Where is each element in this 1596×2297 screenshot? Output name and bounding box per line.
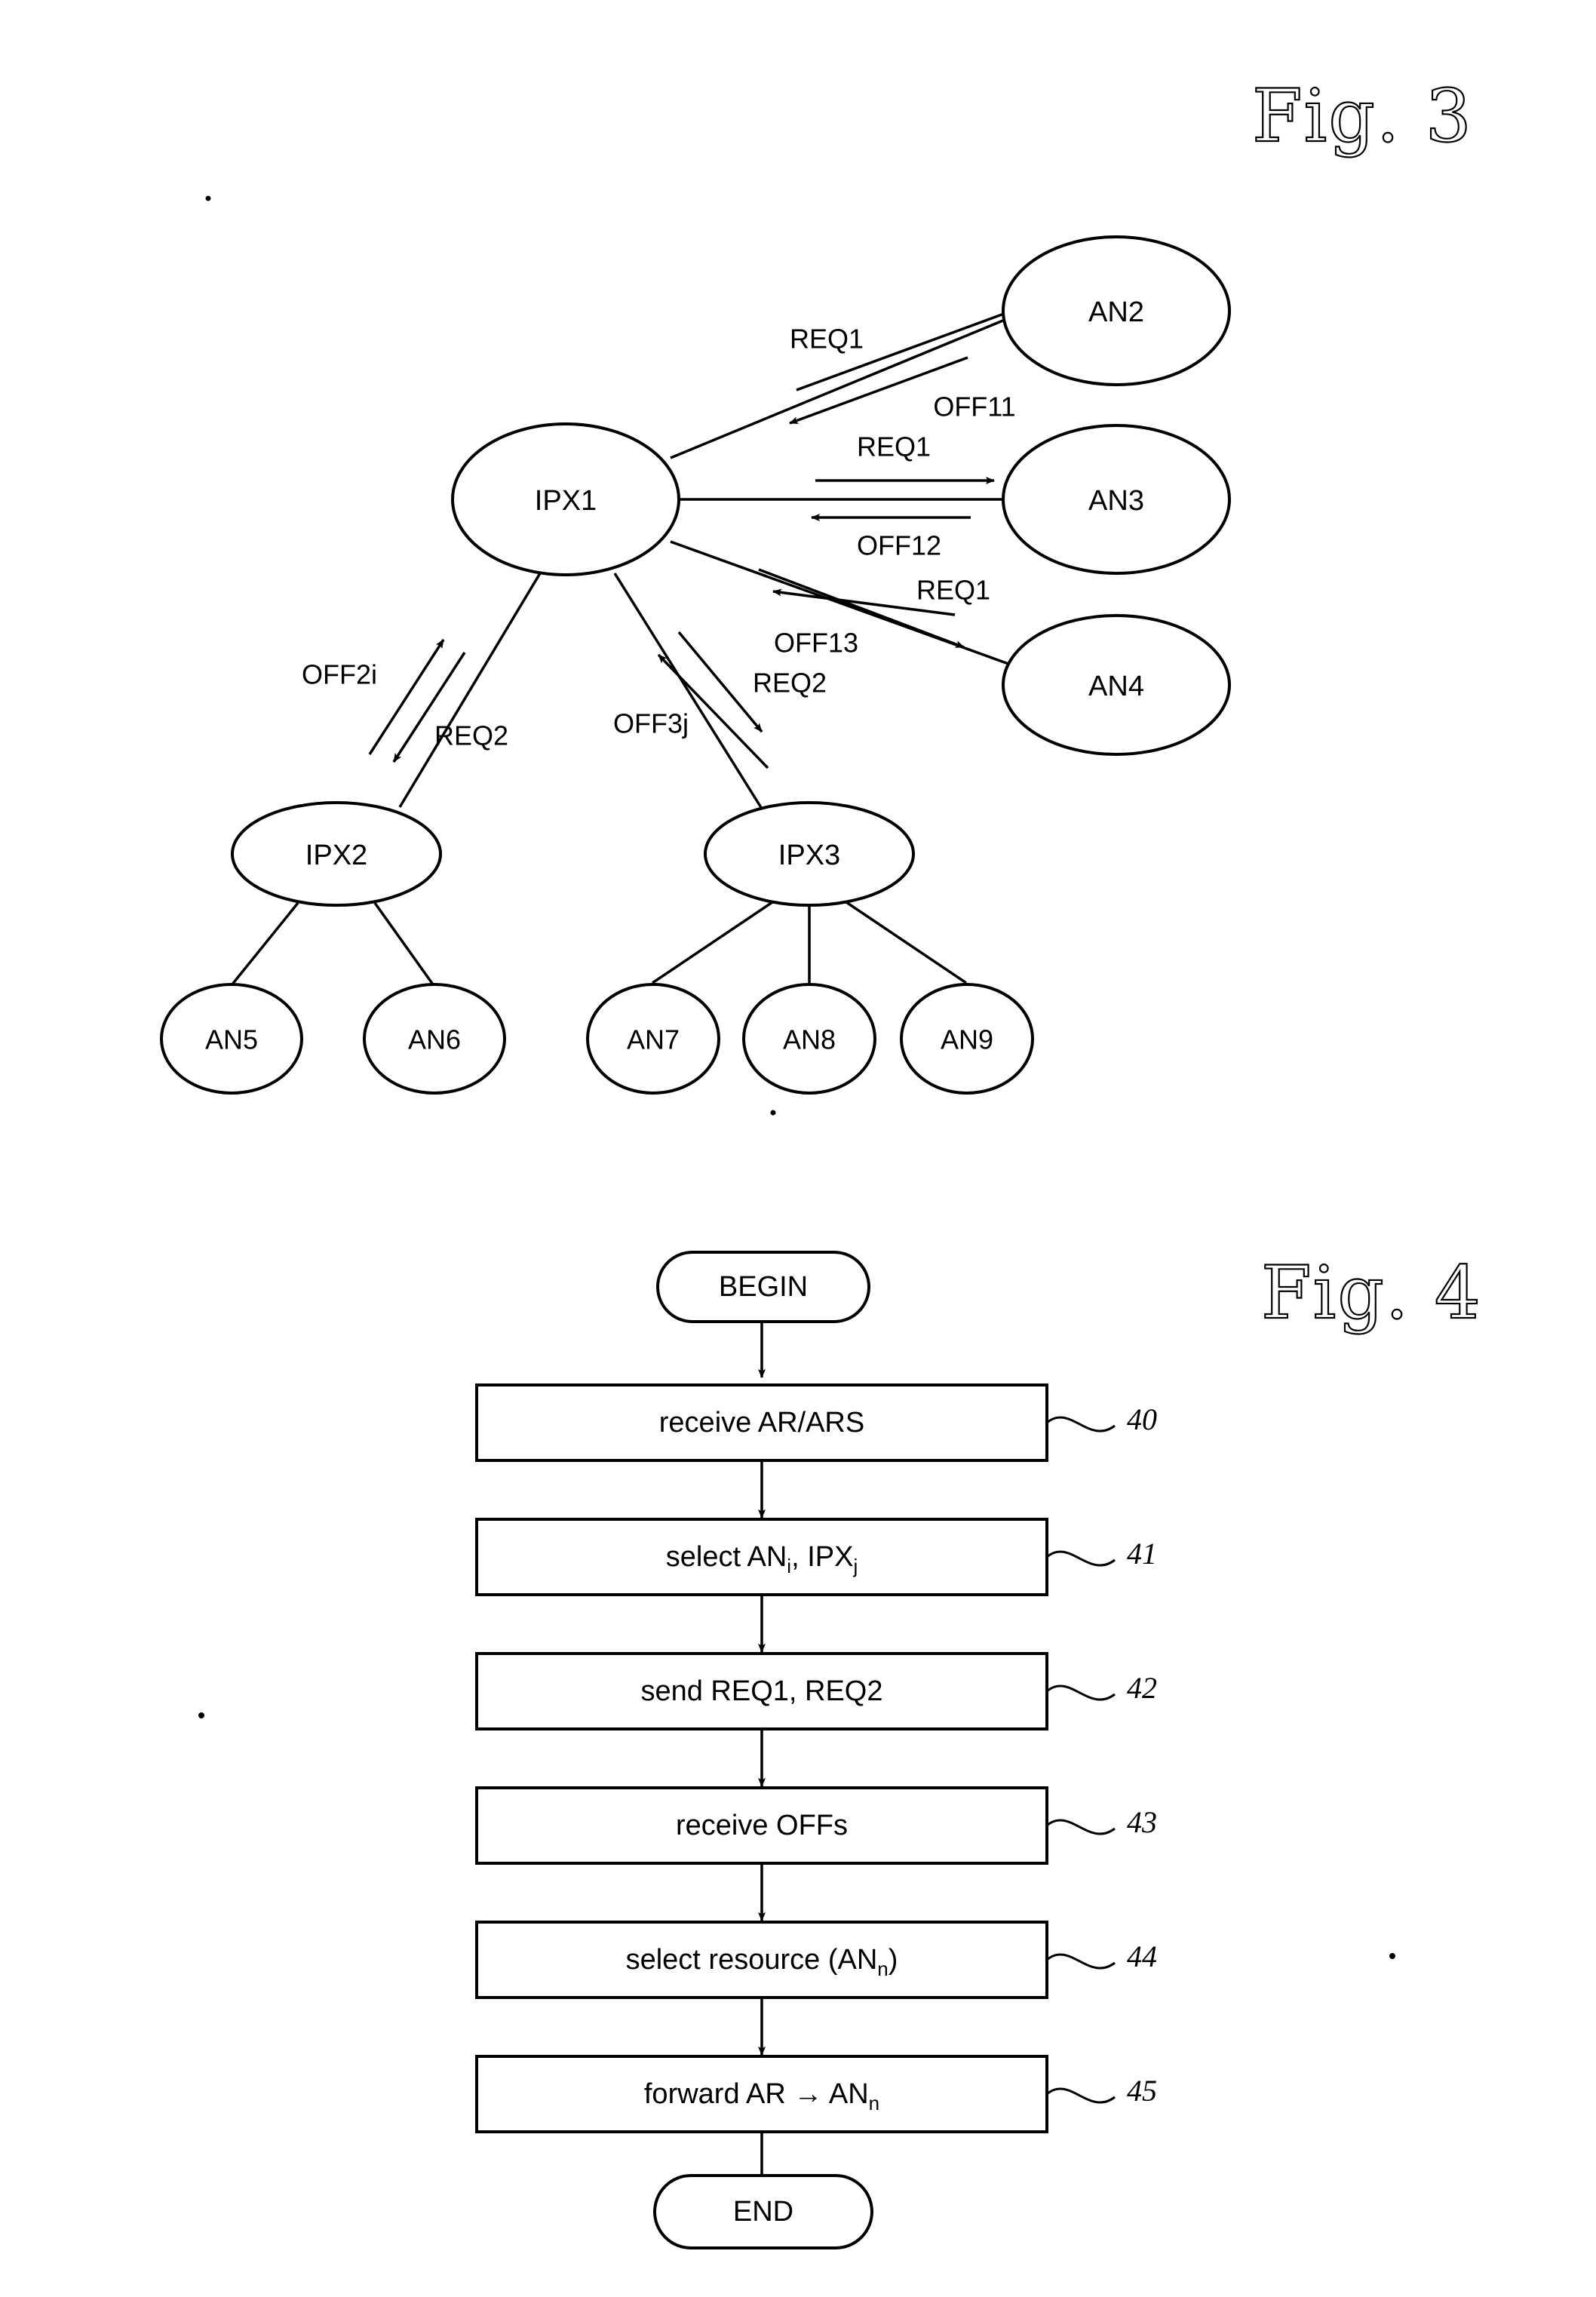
flow-terminal-end[interactable]: END — [653, 2174, 873, 2249]
scan-speck — [1389, 1953, 1395, 1959]
node-an7[interactable]: AN7 — [586, 983, 720, 1095]
flow-step-40[interactable]: receive AR/ARS — [475, 1383, 1048, 1462]
node-an5-label: AN5 — [205, 1024, 258, 1055]
node-ipx2-label: IPX2 — [305, 840, 367, 871]
node-ipx1[interactable]: IPX1 — [451, 422, 680, 576]
reference-numeral-44: 44 — [1127, 1939, 1157, 1973]
arrow-req2-to-ipx3 — [677, 631, 763, 733]
flow-step-40-label: receive AR/ARS — [659, 1407, 864, 1439]
link-ipx1-ipx3 — [613, 573, 763, 809]
node-an3[interactable]: AN3 — [1002, 424, 1231, 575]
message-label-off13: OFF13 — [774, 628, 858, 659]
node-an3-label: AN3 — [1088, 485, 1144, 517]
flow-step-41-base: select AN — [666, 1541, 787, 1573]
flow-step-44[interactable]: select resource (ANn) — [475, 1921, 1048, 1999]
patent-figure-sheet: Fig. 3 REQ1 OFF11 REQ1 OFF12 REQ1 OFF13 … — [0, 0, 1596, 2297]
node-an9-label: AN9 — [941, 1024, 993, 1055]
reference-numeral-45: 45 — [1127, 2074, 1157, 2108]
node-an2[interactable]: AN2 — [1002, 235, 1231, 386]
reference-numeral-42: 42 — [1127, 1671, 1157, 1705]
message-label-off11: OFF11 — [933, 392, 1015, 422]
scan-speck — [770, 1110, 776, 1116]
node-ipx3-label: IPX3 — [778, 840, 840, 871]
scan-speck — [205, 195, 211, 201]
link-ipx2-an5 — [230, 901, 299, 987]
flow-step-44-sub: n — [877, 1958, 888, 1980]
node-an7-label: AN7 — [627, 1024, 680, 1055]
node-an6-label: AN6 — [408, 1024, 461, 1055]
flow-step-45-base: forward AR → AN — [644, 2078, 869, 2110]
reference-numeral-43: 43 — [1127, 1805, 1157, 1839]
node-an8-label: AN8 — [783, 1024, 836, 1055]
link-ipx3-an9 — [846, 901, 967, 984]
arrow-off2i-to-ipx1 — [368, 639, 445, 755]
leader-line-41 — [1046, 1550, 1116, 1567]
flow-step-41-sub2: j — [852, 1555, 858, 1577]
message-label-req1-an4: REQ1 — [916, 575, 990, 606]
flow-step-45-label: forward AR → ANn — [644, 2078, 879, 2114]
leader-line-44 — [1046, 1953, 1116, 1970]
message-label-req1-an3: REQ1 — [857, 431, 931, 462]
node-an6[interactable]: AN6 — [363, 983, 506, 1095]
flow-step-45[interactable]: forward AR → ANn — [475, 2055, 1048, 2133]
flow-step-41-label: select ANi, IPXj — [666, 1541, 858, 1577]
node-ipx1-label: IPX1 — [535, 485, 597, 517]
flow-step-42[interactable]: send REQ1, REQ2 — [475, 1652, 1048, 1730]
flow-step-41[interactable]: select ANi, IPXj — [475, 1518, 1048, 1596]
figure-canvas: Fig. 3 REQ1 OFF11 REQ1 OFF12 REQ1 OFF13 … — [160, 73, 1482, 2249]
node-an5[interactable]: AN5 — [160, 983, 303, 1095]
message-label-off12: OFF12 — [857, 530, 941, 561]
message-label-off3j: OFF3j — [613, 708, 689, 739]
flow-step-42-label: send REQ1, REQ2 — [640, 1675, 882, 1707]
flow-step-44-tail: ) — [889, 1944, 898, 1976]
node-ipx3[interactable]: IPX3 — [704, 801, 915, 907]
node-an9[interactable]: AN9 — [900, 983, 1034, 1095]
link-ipx1-ipx2 — [398, 573, 542, 808]
leader-line-42 — [1046, 1684, 1116, 1701]
flow-step-44-label: select resource (ANn) — [626, 1944, 898, 1980]
message-label-req2-ipx2: REQ2 — [434, 720, 508, 751]
message-label-req1-an2: REQ1 — [790, 324, 864, 355]
node-an2-label: AN2 — [1088, 296, 1144, 328]
node-an8[interactable]: AN8 — [742, 983, 876, 1095]
node-an4[interactable]: AN4 — [1002, 614, 1231, 756]
flow-step-44-base: select resource (AN — [626, 1944, 878, 1976]
node-ipx2[interactable]: IPX2 — [231, 801, 442, 907]
scan-speck — [198, 1712, 204, 1718]
flow-step-43[interactable]: receive OFFs — [475, 1786, 1048, 1865]
flow-step-43-label: receive OFFs — [676, 1810, 848, 1841]
flow-terminal-begin[interactable]: BEGIN — [656, 1251, 870, 1323]
flow-step-45-sub: n — [869, 2092, 879, 2114]
reference-numeral-40: 40 — [1127, 1402, 1157, 1436]
leader-line-43 — [1046, 1819, 1116, 1835]
message-label-req2-ipx3: REQ2 — [753, 668, 827, 699]
leader-line-40 — [1046, 1416, 1116, 1433]
figure-3-title: Fig. 3 — [1252, 74, 1473, 158]
link-ipx2-an6 — [373, 901, 434, 986]
figure-4-title: Fig. 4 — [1261, 1251, 1482, 1335]
flow-terminal-begin-label: BEGIN — [719, 1271, 808, 1303]
flow-step-41-tail: , IPX — [791, 1541, 853, 1573]
leader-line-45 — [1046, 2087, 1116, 2104]
flow-terminal-end-label: END — [733, 2196, 793, 2228]
node-an4-label: AN4 — [1088, 671, 1144, 702]
figure-4-group: Fig. 4 BEGIN receive AR/ARS 40 select AN… — [475, 1250, 1482, 2249]
link-ipx3-an7 — [652, 901, 773, 984]
message-label-off2i: OFF2i — [302, 659, 377, 690]
reference-numeral-41: 41 — [1127, 1537, 1157, 1571]
